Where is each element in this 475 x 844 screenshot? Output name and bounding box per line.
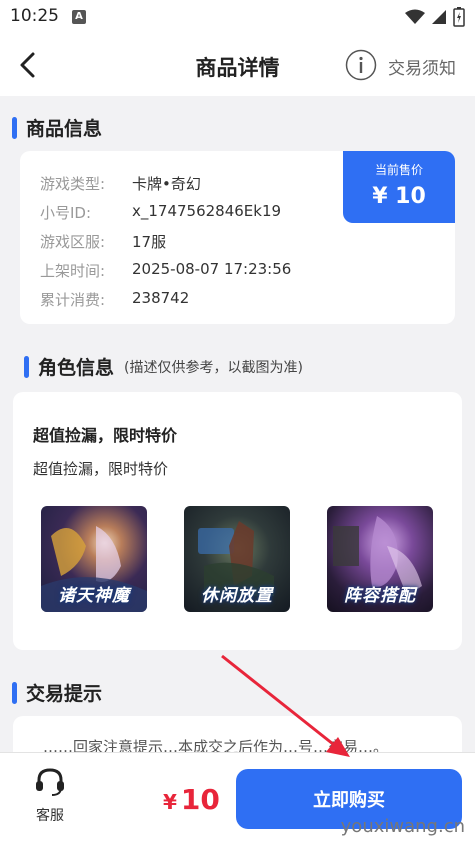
thumbnail-caption: 诸天神魔 [58,586,130,606]
info-row-account-id: 小号ID: x_1747562846Ek19 [40,202,281,223]
info-label: 游戏类型: [40,175,106,193]
trade-tips-title: 交易提示 [26,683,103,705]
role-headline: 超值捡漏，限时特价 [33,426,178,445]
current-price-value: ¥ 10 [372,184,426,209]
info-value: 2025-08-07 17:23:56 [132,260,292,278]
product-info-heading: 商品信息 [12,114,102,141]
thumbnail-caption: 阵容搭配 [344,586,416,606]
watermark: youxiwang.cn [340,816,465,837]
status-bar: 10:25 A [0,0,475,34]
info-value: x_1747562846Ek19 [132,202,282,220]
currency-symbol: ¥ [163,790,177,814]
screenshot-thumbnail[interactable]: 阵容搭配 [327,506,433,612]
role-info-title: 角色信息 [38,357,115,379]
trade-tips-heading: 交易提示 [12,679,102,706]
info-row-game-type: 游戏类型: 卡牌•奇幻 [40,173,201,194]
info-value: 卡牌•奇幻 [132,175,201,193]
info-row-total-spend: 累计消费: 238742 [40,289,189,310]
status-icons [405,7,465,27]
role-info-card: 超值捡漏，限时特价 超值捡漏，限时特价 诸天神魔 休闲放置 阵容搭配 [13,392,462,650]
info-label: 上架时间: [40,262,106,280]
info-value: 17服 [132,233,167,251]
customer-service-label: 客服 [36,808,64,824]
notification-icon: A [72,10,86,24]
battery-icon [453,7,465,27]
role-description: 超值捡漏，限时特价 [33,460,169,478]
info-icon[interactable] [345,49,377,81]
wifi-icon [405,9,425,24]
info-label: 累计消费: [40,291,106,309]
info-value: 238742 [132,289,190,307]
customer-service-button[interactable]: 客服 [30,767,70,825]
role-info-note: (描述仅供参考，以截图为准) [124,359,303,376]
info-row-server: 游戏区服: 17服 [40,231,166,252]
trade-notice-link[interactable]: 交易须知 [388,54,456,79]
headset-icon [36,768,64,796]
info-row-listed-time: 上架时间: 2025-08-07 17:23:56 [40,260,291,281]
current-price-label: 当前售价 [374,163,423,177]
bottom-price-value: 10 [180,783,220,816]
section-accent-bar [24,355,29,378]
section-accent-bar [12,681,17,704]
screenshot-thumbnail[interactable]: 诸天神魔 [41,506,147,612]
header: 商品详情 交易须知 [0,34,475,96]
current-price-badge: 当前售价 ¥ 10 [343,151,455,223]
signal-icon [432,10,446,24]
bottom-price: ¥ 10 [163,783,220,816]
section-accent-bar [12,116,17,139]
info-label: 小号ID: [40,204,92,222]
product-info-card: 游戏类型: 卡牌•奇幻 小号ID: x_1747562846Ek19 游戏区服:… [20,151,455,324]
thumbnail-caption: 休闲放置 [201,586,273,606]
info-label: 游戏区服: [40,233,106,251]
status-time: 10:25 [10,6,59,26]
role-info-heading: 角色信息 (描述仅供参考，以截图为准) [24,353,303,380]
product-info-title: 商品信息 [26,118,103,140]
screenshot-thumbnail[interactable]: 休闲放置 [184,506,290,612]
